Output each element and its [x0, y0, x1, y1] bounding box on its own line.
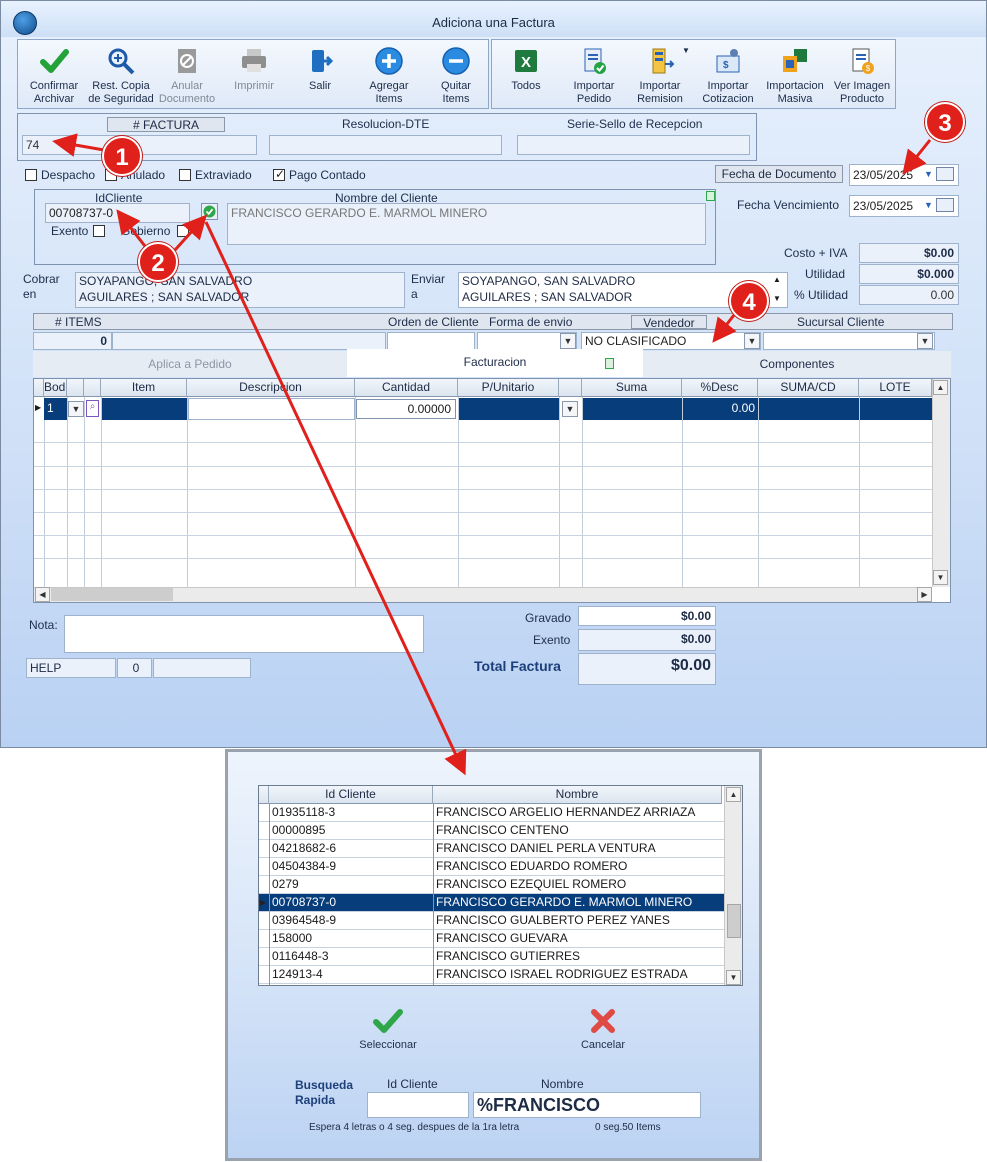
annotation-arrow-3: [902, 139, 932, 175]
annotation-arrow-1: [52, 133, 105, 157]
annotation-arrow-2b: [173, 214, 208, 252]
annotation-overlay: [52, 133, 932, 776]
annotation-badge-1: 1: [102, 136, 142, 176]
annotation-arrow-dialog: [204, 221, 467, 776]
annotation-badge-3: 3: [925, 102, 965, 142]
annotation-badge-4: 4: [729, 281, 769, 321]
annotation-badge-2: 2: [138, 242, 178, 282]
annotation-arrow-2a: [116, 209, 150, 251]
